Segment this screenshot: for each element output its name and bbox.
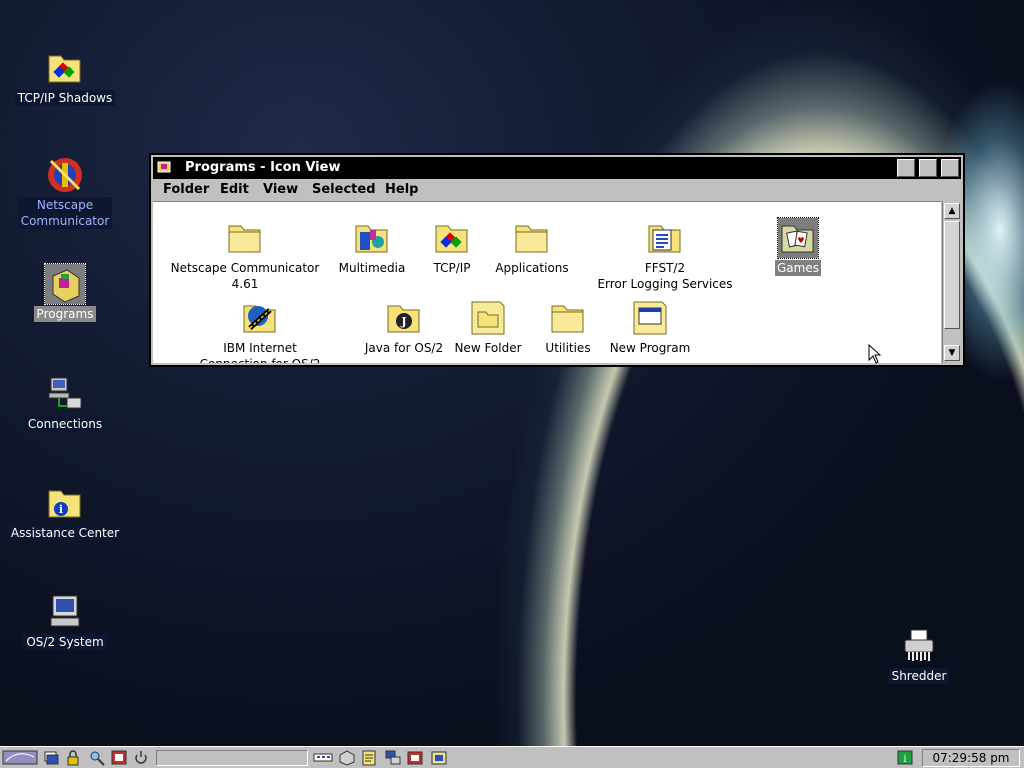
desktop-icon-label: OS/2 System xyxy=(23,634,107,650)
os2-logo-icon[interactable] xyxy=(2,749,38,766)
computer-icon xyxy=(50,595,80,627)
find-icon[interactable] xyxy=(88,749,106,766)
desktop-icon-programs[interactable]: Programs xyxy=(5,263,125,322)
scroll-up-button[interactable]: ▲ xyxy=(944,203,960,219)
window-list-icon[interactable] xyxy=(42,749,60,766)
folder-icon xyxy=(228,225,261,253)
programs-folder-icon xyxy=(44,263,86,305)
menu-selected[interactable]: Selected xyxy=(312,182,376,197)
restore-button[interactable] xyxy=(919,159,937,177)
desktop-icon-os2-system[interactable]: OS/2 System xyxy=(5,592,125,650)
internet-connection-icon xyxy=(243,305,276,333)
desktop-icon-label: Connections xyxy=(24,416,106,432)
vertical-scrollbar[interactable]: ▲ ▼ xyxy=(942,201,961,363)
desktop-icon-label: Programs xyxy=(33,306,97,322)
item-label: New Program xyxy=(609,341,691,355)
desktop-icon-label: Assistance Center xyxy=(7,525,123,541)
menu-view[interactable]: View xyxy=(263,182,298,197)
svg-text:i: i xyxy=(59,503,63,516)
system-menu-icon[interactable] xyxy=(155,158,175,178)
item-label: Applications xyxy=(495,261,569,275)
scroll-down-button[interactable]: ▼ xyxy=(944,345,960,361)
desktop-icon-tcpip-shadows[interactable]: TCP/IP Shadows xyxy=(5,48,125,106)
program-icon[interactable] xyxy=(406,749,424,766)
desktop-icon-label: Netscape Communicator xyxy=(17,197,113,229)
menu-edit[interactable]: Edit xyxy=(220,182,249,197)
power-icon[interactable] xyxy=(132,749,150,766)
warpcenter-taskbar: i 07:29:58 pm xyxy=(0,746,1024,768)
clock[interactable]: 07:29:58 pm xyxy=(922,749,1020,767)
folder-task-icon[interactable] xyxy=(430,749,448,766)
window-title: Programs - Icon View xyxy=(185,160,341,175)
desktop-icon-label: Shredder xyxy=(888,668,950,684)
svg-text:♥: ♥ xyxy=(797,236,804,245)
desktop-icon-shredder[interactable]: Shredder xyxy=(859,626,979,684)
window-titlebar[interactable]: Programs - Icon View xyxy=(153,157,961,179)
connections-icon xyxy=(48,377,82,409)
lock-icon[interactable] xyxy=(64,749,82,766)
minimize-button[interactable] xyxy=(897,159,915,177)
info-folder-icon: i xyxy=(48,490,81,518)
tray-field[interactable] xyxy=(156,750,308,766)
icon-view-area[interactable]: Netscape Communicator 4.61 Multimedia TC… xyxy=(153,201,941,363)
desktop-icon-assistance-center[interactable]: i Assistance Center xyxy=(5,483,125,541)
games-folder-icon: ♥ xyxy=(777,217,819,259)
drives-icon[interactable] xyxy=(338,749,356,766)
desktop-icon-label: TCP/IP Shadows xyxy=(14,90,116,106)
menu-bar: Folder Edit View Selected Help xyxy=(153,179,961,201)
mouse-cursor-icon xyxy=(868,344,882,364)
desktop-icon-connections[interactable]: Connections xyxy=(5,374,125,432)
maximize-button[interactable] xyxy=(941,159,959,177)
item-new-program[interactable]: New Program xyxy=(565,298,735,356)
desktop-icon-netscape-communicator[interactable]: Netscape Communicator xyxy=(5,155,125,229)
item-label: Games xyxy=(775,260,821,276)
network-icon[interactable] xyxy=(384,749,402,766)
program-template-icon xyxy=(633,301,667,335)
tray-selector-icon[interactable] xyxy=(312,749,334,766)
folder-icon xyxy=(48,55,81,83)
svg-text:i: i xyxy=(903,754,906,765)
system-info-icon[interactable]: i xyxy=(896,749,914,766)
folder-icon xyxy=(515,225,548,253)
shredder-icon xyxy=(904,629,934,661)
menu-help[interactable]: Help xyxy=(385,182,418,197)
menu-folder[interactable]: Folder xyxy=(163,182,209,197)
error-log-folder-icon xyxy=(648,225,681,253)
scroll-thumb[interactable] xyxy=(944,221,960,329)
item-label: IBM Internet Connection for OS/2 xyxy=(200,341,321,363)
item-games[interactable]: ♥ Games xyxy=(713,217,883,276)
netscape-icon xyxy=(48,158,82,192)
programs-window[interactable]: Programs - Icon View Folder Edit View Se… xyxy=(149,153,965,367)
notes-icon[interactable] xyxy=(360,749,378,766)
system-setup-icon[interactable] xyxy=(110,749,128,766)
